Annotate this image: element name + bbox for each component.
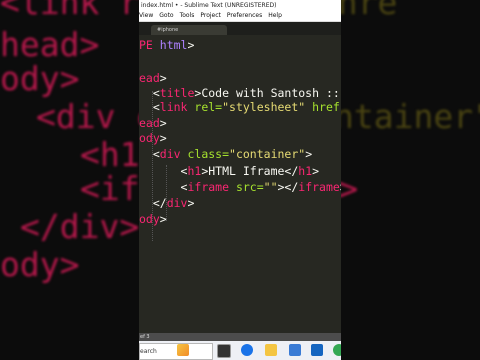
task-view-icon[interactable] [217,344,231,358]
code-token: > [312,164,320,178]
code-token: </ [139,196,167,210]
menu-item[interactable]: Tools [180,12,195,19]
code-token: > [340,180,341,194]
status-bar: ef 3 [139,333,341,341]
code-line: <iframe src=""></iframe> [139,179,341,195]
code-token: ></ [277,180,299,194]
weather-icon[interactable] [177,344,189,356]
code-line: ead> [139,115,167,131]
code-line: ead> [139,70,167,86]
code-token: > [187,38,195,52]
code-token: src= [229,180,264,194]
code-token: iframe [298,180,340,194]
code-token: title [159,86,195,100]
menu-item[interactable]: Preferences [227,12,262,19]
tab-file[interactable]: #iphone [151,25,227,35]
code-token: < [139,180,188,194]
background-code-line: ody> [0,248,79,281]
code-token: link [159,100,188,114]
menu-item[interactable]: View [139,12,153,19]
code-token: div [159,147,181,161]
editor-window: index.html • - Sublime Text (UNREGISTERE… [139,0,341,360]
code-token: "" [263,180,278,194]
menu-item[interactable]: Help [268,12,282,19]
window-title: index.html • - Sublime Text (UNREGISTERE… [139,0,341,11]
code-token: < [139,147,160,161]
search-label: earch [140,348,157,355]
search-box[interactable]: earch [139,343,213,360]
code-token: ead [139,71,160,85]
code-line: <div class="container"> [139,146,312,162]
code-token: > [159,131,167,145]
code-line: ody> [139,211,167,227]
code-token: > [159,212,167,226]
menu-item[interactable]: Goto [159,12,173,19]
background-code-line: head> [0,28,99,61]
tab-bar: #iphone [139,22,341,35]
code-token: rel= [187,100,223,114]
code-token: > [305,147,313,161]
edge-icon[interactable] [241,344,253,356]
background-code-token: ody> [0,59,80,98]
menu-item[interactable]: Project [200,12,221,19]
code-token: > [159,116,167,130]
background-code-token: <link r [0,0,140,22]
code-token: >HTML Iframe</ [201,164,299,178]
code-token: html [159,38,188,52]
code-token: div [166,196,188,210]
store-icon[interactable] [289,344,301,356]
code-line: <h1>HTML Iframe</h1> [139,163,320,179]
background-code-token: </div> [20,207,140,246]
code-token: href [305,100,340,114]
code-token: ody [139,131,160,145]
taskbar: earch [139,341,341,360]
code-token: "stylesheet" [222,100,306,114]
code-token: PE [139,38,160,52]
code-editor[interactable]: PE html> ead> <title>Code with Santosh ::… [139,35,341,334]
code-line: <link rel="stylesheet" href [139,99,340,115]
code-token: ead [139,116,160,130]
code-token: iframe [187,180,230,194]
chrome-icon[interactable] [333,344,341,356]
code-token: h1 [298,164,313,178]
code-token: ody [139,212,160,226]
mail-icon[interactable] [311,344,323,356]
background-code-line: </div> [20,210,139,243]
code-token: > [187,196,195,210]
code-token: < [139,86,160,100]
code-token: < [139,164,188,178]
background-code-token: ody> [0,245,80,284]
code-token: > [159,71,167,85]
file-explorer-icon[interactable] [265,344,277,356]
code-line: ody> [139,130,167,146]
code-line: PE html> [139,37,194,53]
menu-bar: View Goto Tools Project Preferences Help [139,11,341,22]
code-line: </div> [139,195,195,211]
code-token: < [139,100,160,114]
background-code-line: ody> [0,62,79,95]
code-token: "container" [229,147,306,161]
code-token: h1 [187,164,202,178]
code-token: >Code with Santosh :: [194,86,340,100]
code-token: class= [180,147,230,161]
